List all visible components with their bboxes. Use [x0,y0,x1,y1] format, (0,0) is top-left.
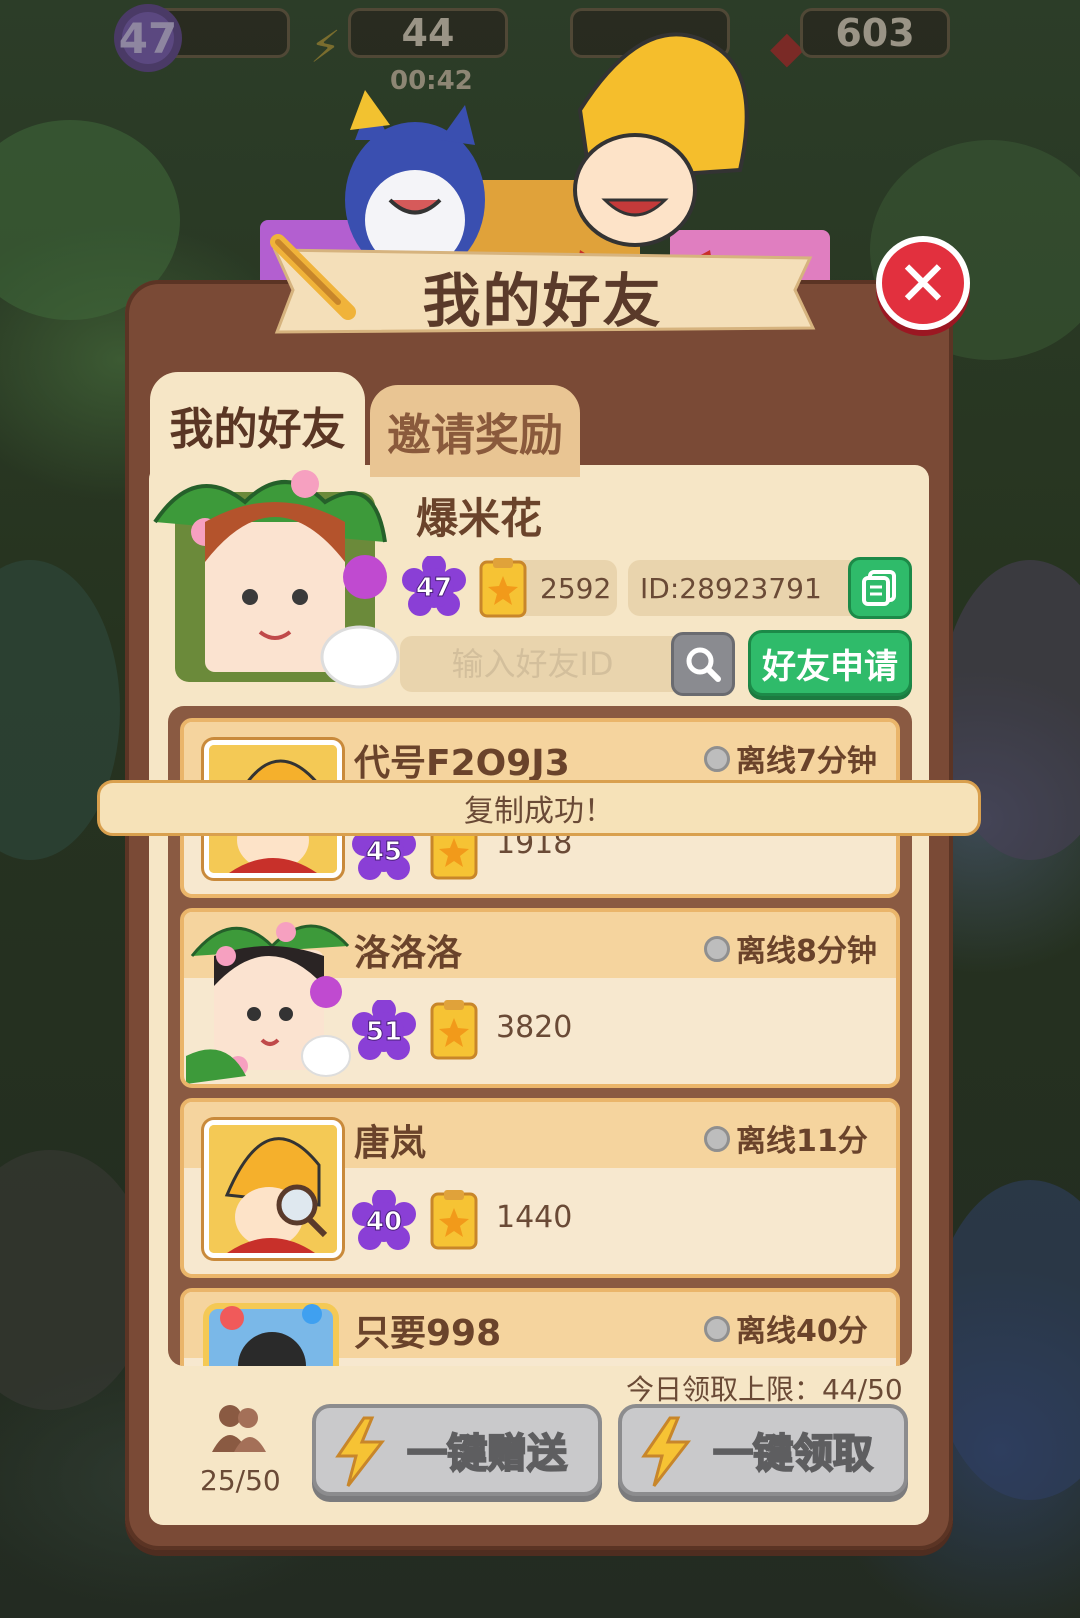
flower-frame-avatar[interactable] [186,916,354,1084]
profile-level-value: 47 [415,573,453,604]
star-clipboard-icon [430,1000,478,1060]
send-all-label: 一键赠送 [406,1430,568,1478]
lightning-bolt-icon [641,1416,692,1487]
daily-claim-limit: 今日领取上限：44/50 [626,1373,903,1406]
copy-id-button[interactable] [848,557,912,619]
claim-all-energy-button[interactable]: 一键领取 [618,1404,908,1496]
friend-status: 离线7分钟 [736,744,877,779]
profile-level-badge: 47 [402,556,466,620]
toast-message: 复制成功！ [464,794,614,829]
friend-name: 洛洛洛 [354,933,463,974]
friend-count: 25/50 [200,1464,281,1497]
player-level-value: 47 [118,13,178,63]
friend-request-button[interactable]: 好友申请 [748,630,912,696]
friend-request-label: 好友申请 [762,646,898,687]
send-all-energy-button[interactable]: 一键赠送 [312,1404,602,1496]
copy-icon [862,570,896,606]
profile-avatar[interactable] [145,462,405,707]
friend-name: 代号F2O9J3 [354,743,570,784]
friend-list-item[interactable]: 只要998 离线40分 [180,1288,900,1366]
friend-level-value: 45 [365,837,403,868]
friend-level-value: 40 [365,1207,403,1238]
claim-all-label: 一键领取 [712,1430,874,1478]
profile-id-text: ID:28923791 [640,571,822,605]
search-button[interactable] [671,632,735,696]
friend-list-item[interactable]: 唐岚 离线11分 40 1440 [180,1098,900,1278]
profile-name: 爆米花 [416,494,543,543]
friend-score: 3820 [496,1010,573,1045]
friend-status: 离线11分 [736,1124,868,1159]
detective-kid-avatar-icon [209,1125,337,1253]
friend-status: 离线40分 [736,1314,868,1349]
search-icon [686,647,721,682]
friend-name: 只要998 [354,1313,502,1354]
friend-name: 唐岚 [354,1123,427,1164]
paperclip-icon [270,234,356,320]
profile-score-value: 2592 [540,571,612,605]
friend-list-item[interactable]: 洛洛洛 离线8分钟 51 3820 [180,908,900,1088]
tab-invite-rewards-label: 邀请奖励 [387,410,563,461]
tab-my-friends-label: 我的好友 [169,403,346,455]
player-level-badge[interactable]: 47 [100,0,196,76]
lightning-bolt-icon [335,1416,386,1487]
offline-status-dot [704,936,730,962]
gamer-frame-avatar[interactable] [192,1296,352,1366]
offline-status-dot [704,1126,730,1152]
offline-status-dot [704,1316,730,1342]
offline-status-dot [704,746,730,772]
star-clipboard-icon [479,558,527,618]
friend-status: 离线8分钟 [736,934,877,969]
friend-score: 1440 [496,1200,573,1235]
close-icon: ✕ [897,246,949,320]
profile-id-pill: ID:28923791 [628,560,868,616]
friend-level-badge: 51 [352,1000,416,1064]
friend-avatar[interactable] [204,1120,342,1258]
copy-success-toast: 复制成功！ [97,780,981,836]
star-clipboard-icon [430,1190,478,1250]
friend-level-value: 51 [365,1017,403,1048]
close-button[interactable]: ✕ [876,236,970,330]
friend-level-badge: 40 [352,1190,416,1254]
friends-group-icon [212,1405,266,1452]
